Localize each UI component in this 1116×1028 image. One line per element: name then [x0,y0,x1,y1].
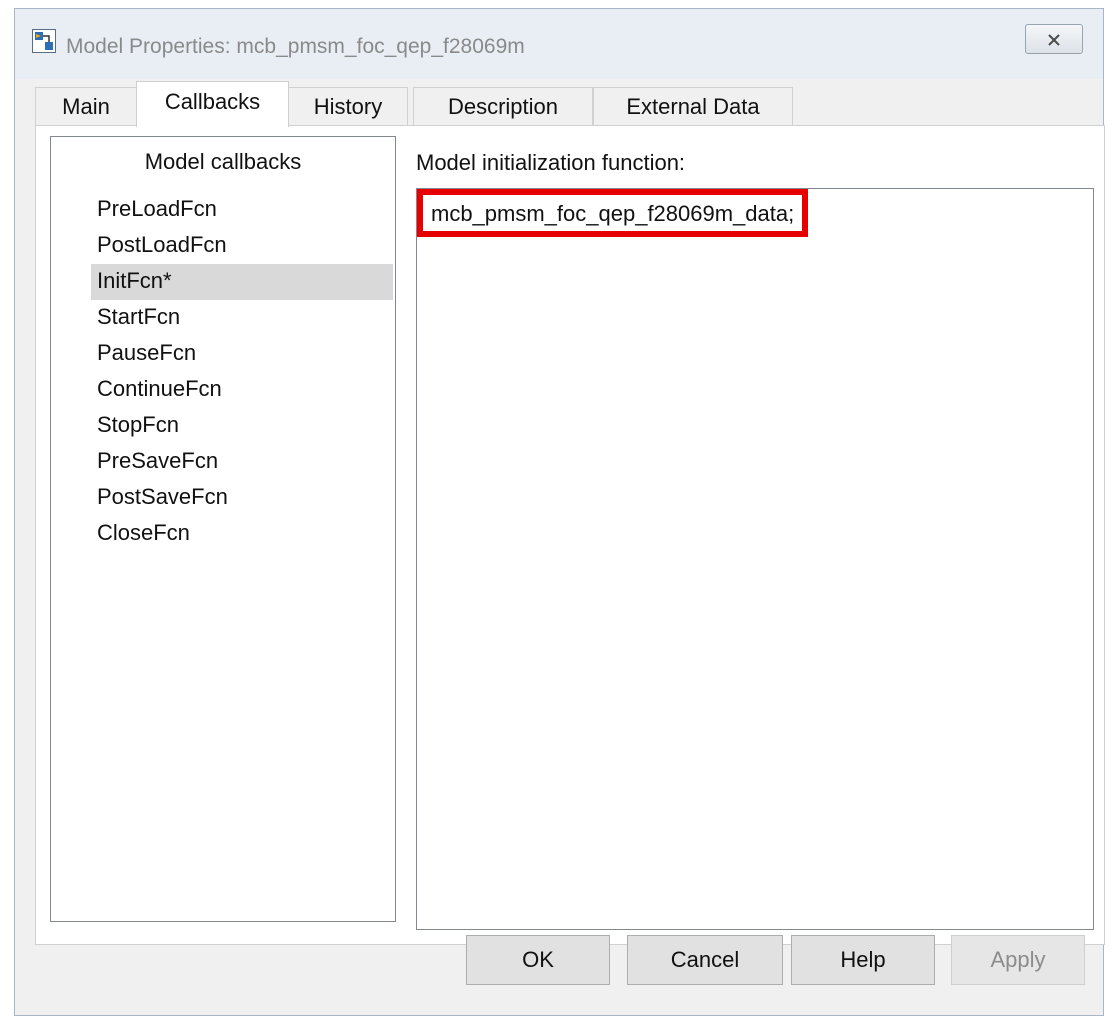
callback-item-continuefcn[interactable]: ContinueFcn [51,372,395,408]
function-editor[interactable]: mcb_pmsm_foc_qep_f28069m_data; [416,188,1094,930]
callbacks-list: Model callbacks PreLoadFcn PostLoadFcn I… [50,136,396,922]
callbacks-header: Model callbacks [144,149,302,174]
tab-description[interactable]: Description [413,87,593,126]
tab-history[interactable]: History [288,87,408,126]
model-properties-dialog: Model Properties: mcb_pmsm_foc_qep_f2806… [14,8,1105,1016]
callback-item-presavefcn[interactable]: PreSaveFcn [51,444,395,480]
title-bar: Model Properties: mcb_pmsm_foc_qep_f2806… [15,9,1103,79]
callback-item-pausefcn[interactable]: PauseFcn [51,336,395,372]
tab-external-data[interactable]: External Data [593,87,793,126]
callback-item-preloadfcn[interactable]: PreLoadFcn [51,192,395,228]
help-button[interactable]: Help [791,935,935,985]
tab-main[interactable]: Main [35,87,137,126]
callback-item-postsavefcn[interactable]: PostSaveFcn [51,480,395,516]
callbacks-items: PreLoadFcn PostLoadFcn InitFcn* StartFcn… [51,192,395,552]
callback-item-startfcn[interactable]: StartFcn [51,300,395,336]
window-title: Model Properties: mcb_pmsm_foc_qep_f2806… [66,35,525,58]
tab-callbacks[interactable]: Callbacks [136,81,289,127]
callback-item-stopfcn[interactable]: StopFcn [51,408,395,444]
close-button[interactable] [1025,24,1083,54]
function-code-line[interactable]: mcb_pmsm_foc_qep_f28069m_data; [417,189,809,237]
callback-item-postloadfcn[interactable]: PostLoadFcn [51,228,395,264]
cancel-button[interactable]: Cancel [627,935,783,985]
callback-item-initfcn[interactable]: InitFcn* [91,264,393,300]
callback-item-closefcn[interactable]: CloseFcn [51,516,395,552]
close-icon [1048,34,1060,46]
ok-button[interactable]: OK [466,935,610,985]
simulink-app-icon [32,29,56,53]
apply-button[interactable]: Apply [951,935,1085,985]
tab-bar: Main Callbacks History Description Exter… [35,81,1095,127]
callbacks-panel: Model callbacks PreLoadFcn PostLoadFcn I… [35,125,1105,945]
function-label: Model initialization function: [416,150,686,175]
